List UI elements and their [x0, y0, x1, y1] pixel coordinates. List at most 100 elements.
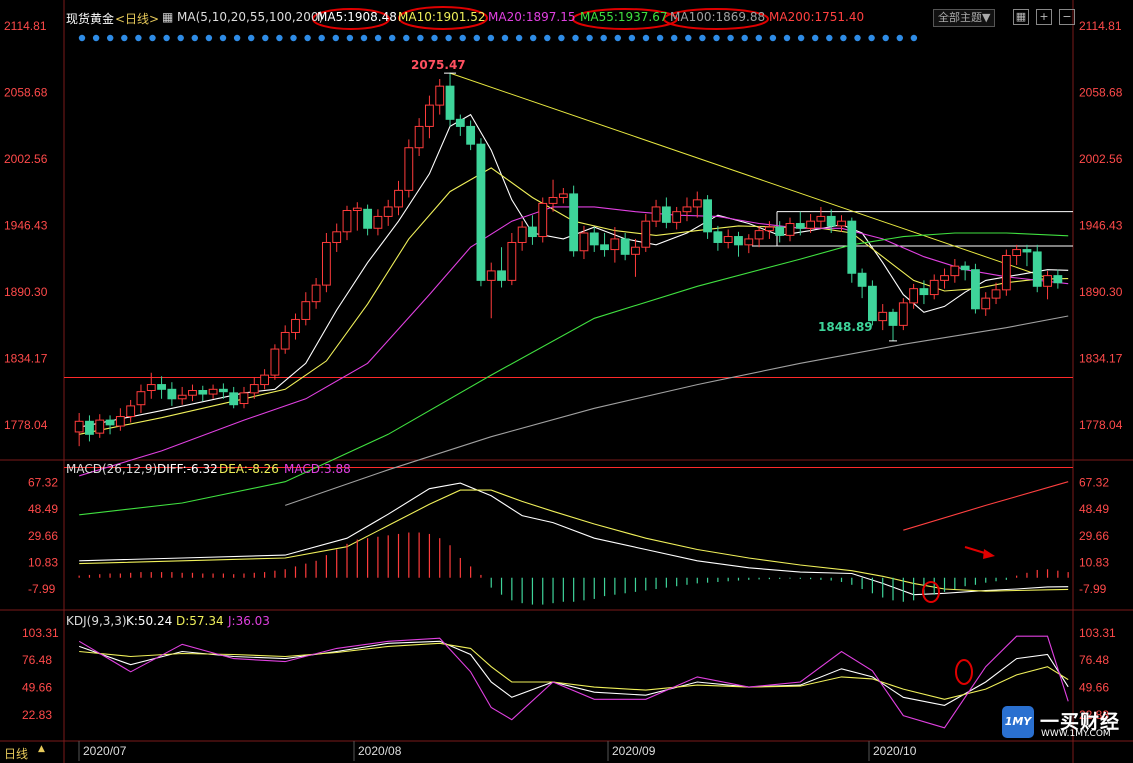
event-dot: [896, 34, 903, 42]
price-tick-right: 2002.56: [1079, 152, 1123, 166]
macd-tick-right: 10.83: [1079, 555, 1109, 569]
event-dot: [107, 34, 114, 42]
candle-body: [188, 390, 197, 396]
kdj-tick-left: 49.66: [22, 680, 52, 694]
event-dot: [163, 34, 170, 42]
candle-body: [888, 311, 898, 326]
candle-body: [795, 223, 805, 229]
candle-body: [1001, 255, 1011, 291]
grid-icon[interactable]: ▦: [1013, 9, 1029, 25]
price-tick-left: 2058.68: [4, 85, 48, 99]
candle-body: [507, 241, 517, 281]
logo-url: WWW.1MY.COM: [1041, 729, 1111, 739]
event-dot: [276, 34, 283, 42]
candle-body: [1043, 275, 1052, 287]
event-dot: [727, 34, 734, 42]
price-tick-left: 1890.30: [4, 285, 48, 299]
price-tick-right: 1946.43: [1079, 218, 1123, 232]
event-dot: [78, 34, 86, 42]
event-dot: [812, 34, 819, 42]
event-dot: [205, 34, 213, 42]
time-axis-label: 2020/09: [612, 744, 656, 758]
event-dot: [910, 34, 918, 42]
chart-canvas[interactable]: 2114.81 2114.81 2058.68 2058.68 2002.56 2002.…: [0, 0, 1133, 763]
candle-body: [723, 236, 733, 243]
kdj-tick-right: 76.48: [1079, 653, 1109, 667]
candle-body: [332, 231, 342, 243]
macd-tick-left: 10.83: [28, 555, 58, 569]
minus-icon[interactable]: −: [1059, 9, 1075, 25]
candle-body: [476, 143, 486, 281]
event-dot: [614, 34, 621, 42]
candle-body: [466, 125, 476, 145]
event-dot: [600, 34, 607, 42]
add-icon[interactable]: +: [1036, 9, 1052, 25]
event-dot: [713, 34, 720, 42]
candle-body: [950, 265, 960, 277]
candle-body: [218, 388, 228, 393]
ma10-value: MA10:1901.52: [398, 10, 486, 24]
event-dot: [431, 34, 438, 42]
candle-body: [785, 223, 795, 236]
candle-body: [764, 226, 774, 232]
candle-body: [208, 388, 218, 395]
ma-params: MA(5,10,20,55,100,200): [177, 10, 324, 24]
kdj-d-value: D:57.34: [176, 614, 224, 628]
candle-body: [661, 206, 671, 223]
candle-body: [929, 279, 939, 296]
candle-body: [826, 215, 836, 227]
event-dot: [403, 34, 410, 42]
period-tab-arrow-icon[interactable]: ▲: [38, 744, 45, 754]
candle-body: [1053, 275, 1063, 284]
event-dot: [135, 34, 142, 42]
highlight-ring-macd: [922, 581, 940, 603]
high-annotation: 2075.47: [411, 58, 466, 72]
candle-body: [991, 289, 1001, 299]
kdj-j-value: J:36.03: [228, 614, 270, 628]
series-dea-line: [79, 489, 1069, 592]
kdj-tick-left: 76.48: [22, 653, 52, 667]
kdj-tick-left: 22.83: [22, 708, 52, 722]
candle-body: [919, 288, 929, 296]
candle-body: [311, 284, 321, 303]
ma20-value: MA20:1897.15: [488, 10, 576, 24]
period-tab[interactable]: 日线: [4, 745, 28, 762]
event-dot: [417, 34, 424, 42]
candle-body: [600, 244, 609, 251]
candle-body: [136, 391, 146, 406]
candle-body: [960, 265, 970, 271]
candle-body: [425, 104, 434, 127]
event-dot: [656, 34, 664, 42]
event-dot: [558, 34, 565, 42]
symbol-title: 现货黄金: [66, 12, 115, 26]
macd-dea-value: DEA:-8.26: [219, 462, 279, 476]
ma5-value: MA5:1908.48: [317, 10, 397, 24]
event-dot: [389, 34, 396, 42]
macd-tick-right: -7.99: [1079, 582, 1107, 596]
candle-body: [167, 388, 177, 400]
event-dot: [92, 34, 100, 42]
candle-body: [898, 302, 908, 326]
price-tick-right: 1890.30: [1079, 285, 1123, 299]
low-annotation: 1848.89: [818, 320, 873, 334]
event-dot: [459, 34, 466, 42]
candle-body: [249, 384, 259, 394]
period-label[interactable]: <日线>: [115, 10, 159, 27]
series-k-line: [79, 640, 1069, 706]
price-tick-right: 1834.17: [1079, 351, 1123, 365]
candle-body: [754, 230, 764, 240]
candle-body: [280, 331, 290, 350]
event-dot: [868, 34, 875, 42]
event-dot: [346, 34, 354, 42]
theme-select-button[interactable]: 全部主题▼: [933, 9, 996, 27]
candle-body: [806, 220, 816, 229]
candle-body: [1012, 249, 1022, 257]
event-dot: [671, 34, 678, 42]
event-dot: [685, 34, 692, 42]
candle-body: [847, 220, 857, 274]
price-tick-left: 1946.43: [4, 218, 48, 232]
candle-body: [85, 420, 94, 435]
candle-body: [682, 206, 692, 213]
event-dot: [191, 34, 198, 42]
macd-tick-left: 67.32: [28, 476, 58, 490]
